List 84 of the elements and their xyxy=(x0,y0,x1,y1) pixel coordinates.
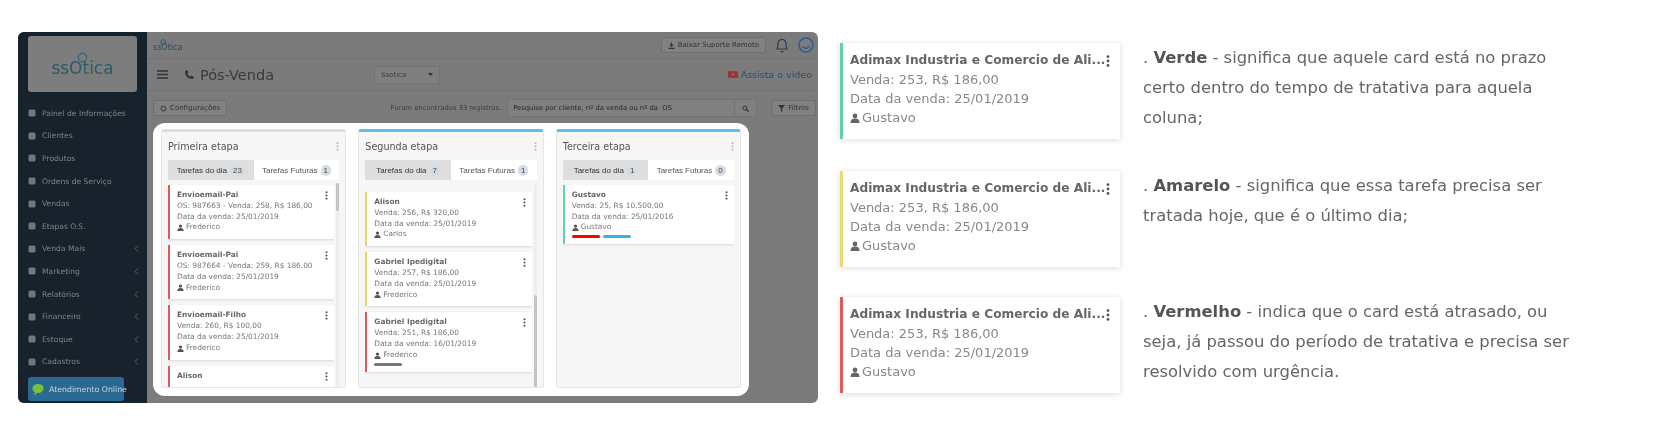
user-icon xyxy=(850,366,860,377)
card-line: Data da venda: 25/01/2019 xyxy=(850,344,1031,362)
menu-icon xyxy=(28,290,36,299)
count-badge: 1 xyxy=(320,164,331,176)
scrollbar[interactable] xyxy=(533,183,537,387)
tab[interactable]: Tarefas do dia 7 xyxy=(365,160,451,180)
card-line: Venda: 253, R$ 186,00 xyxy=(850,71,1000,89)
card-line: Venda: 253, R$ 186,00 xyxy=(850,199,1000,217)
chevron-icon xyxy=(134,245,139,253)
bell-icon[interactable] xyxy=(774,36,790,54)
menu-icon xyxy=(28,244,36,253)
more-icon[interactable] xyxy=(725,191,728,200)
more-icon[interactable] xyxy=(522,258,526,268)
task-card[interactable]: Adimax Industria e Comercio de Ali... Venda: 253, R$ 186,00 Data da venda: 25/01/2019 Gustavo xyxy=(840,171,1120,267)
user-icon xyxy=(177,284,184,292)
chevron-icon xyxy=(134,358,139,366)
chevron-icon xyxy=(134,267,139,275)
menu-icon xyxy=(28,177,36,186)
card-title: Adimax Industria e Comercio de Ali... xyxy=(850,52,1106,69)
play-icon xyxy=(727,71,738,78)
card-line: Data da venda: 25/01/2019 xyxy=(850,218,1031,236)
settings-icon xyxy=(160,104,167,112)
page-title: Pós-Venda xyxy=(200,66,275,83)
menu-icon xyxy=(28,199,36,208)
menu-icon xyxy=(28,335,36,344)
user-icon xyxy=(571,224,579,232)
more-icon[interactable] xyxy=(325,191,329,200)
user-icon xyxy=(374,231,382,239)
logo-text: ssOtica xyxy=(153,42,183,52)
card-line: Venda: 253, R$ 186,00 xyxy=(850,325,1000,343)
ring-icon xyxy=(160,38,166,45)
user-name: Gustavo xyxy=(862,363,916,381)
chevron-icon xyxy=(134,335,139,343)
menu-icon xyxy=(28,357,36,366)
column-title: Primeira etapa xyxy=(168,140,239,152)
user-name: Gustavo xyxy=(862,237,916,255)
legend-description: . Vermelho - indica que o card está atrasado, ou seja, já passou do período de tratativa e precisa ser resolvido com urgência. xyxy=(1143,301,1570,383)
tab[interactable]: Tarefas do dia 23 xyxy=(168,160,254,180)
menu-icon xyxy=(28,154,36,163)
more-icon[interactable] xyxy=(1106,55,1110,67)
user-icon xyxy=(374,291,382,299)
download-icon xyxy=(667,41,675,49)
chevron-icon xyxy=(134,290,139,298)
more-icon[interactable] xyxy=(325,371,329,381)
phone-icon xyxy=(184,69,195,80)
menu-icon xyxy=(28,109,36,118)
count-badge: 0 xyxy=(715,164,726,176)
count-badge: 1 xyxy=(626,164,638,176)
more-icon[interactable] xyxy=(1106,309,1110,321)
card-title: Adimax Industria e Comercio de Ali... xyxy=(850,306,1106,323)
user-icon xyxy=(850,112,860,123)
user-name: Gustavo xyxy=(862,109,916,127)
user-icon xyxy=(177,224,184,232)
chevron-icon xyxy=(134,313,139,321)
filter-icon xyxy=(778,104,786,112)
more-icon[interactable] xyxy=(522,318,526,328)
more-icon[interactable] xyxy=(522,198,526,207)
more-icon[interactable] xyxy=(325,311,329,321)
task-card[interactable]: Adimax Industria e Comercio de Ali... Venda: 253, R$ 186,00 Data da venda: 25/01/2019 Gustavo xyxy=(840,297,1120,393)
count-badge: 23 xyxy=(230,164,245,176)
search-icon xyxy=(742,104,750,112)
menu-icon xyxy=(28,312,36,321)
logo-text: ssOtica xyxy=(51,58,114,77)
user-icon xyxy=(850,240,860,251)
more-icon[interactable] xyxy=(325,251,329,261)
task-card[interactable]: Adimax Industria e Comercio de Ali... Venda: 253, R$ 186,00 Data da venda: 25/01/2019 Gustavo xyxy=(840,43,1120,139)
card-title: Adimax Industria e Comercio de Ali... xyxy=(850,180,1106,197)
menu-icon[interactable] xyxy=(157,70,168,79)
chat-bubble-icon xyxy=(32,382,46,396)
user-icon xyxy=(374,351,382,359)
menu-icon xyxy=(28,131,36,140)
count-badge: 1 xyxy=(517,164,529,176)
menu-icon xyxy=(28,267,36,276)
legend-description: . Amarelo - significa que essa tarefa precisa ser tratada hoje, que é o último dia; xyxy=(1143,175,1543,227)
card-line: Data da venda: 25/01/2019 xyxy=(850,90,1031,108)
caret-icon xyxy=(428,73,434,76)
tab[interactable]: Tarefas do dia 1 xyxy=(562,160,649,180)
menu-icon xyxy=(28,222,36,231)
column-title: Segunda etapa xyxy=(365,140,439,152)
column-title: Terceira etapa xyxy=(562,140,631,152)
user-icon xyxy=(177,344,184,352)
more-icon[interactable] xyxy=(1106,183,1110,195)
legend-description: . Verde - significa que aquele card está no prazo certo dentro do tempo de tratativa para aquela coluna; xyxy=(1143,47,1548,129)
count-badge: 7 xyxy=(429,164,440,176)
